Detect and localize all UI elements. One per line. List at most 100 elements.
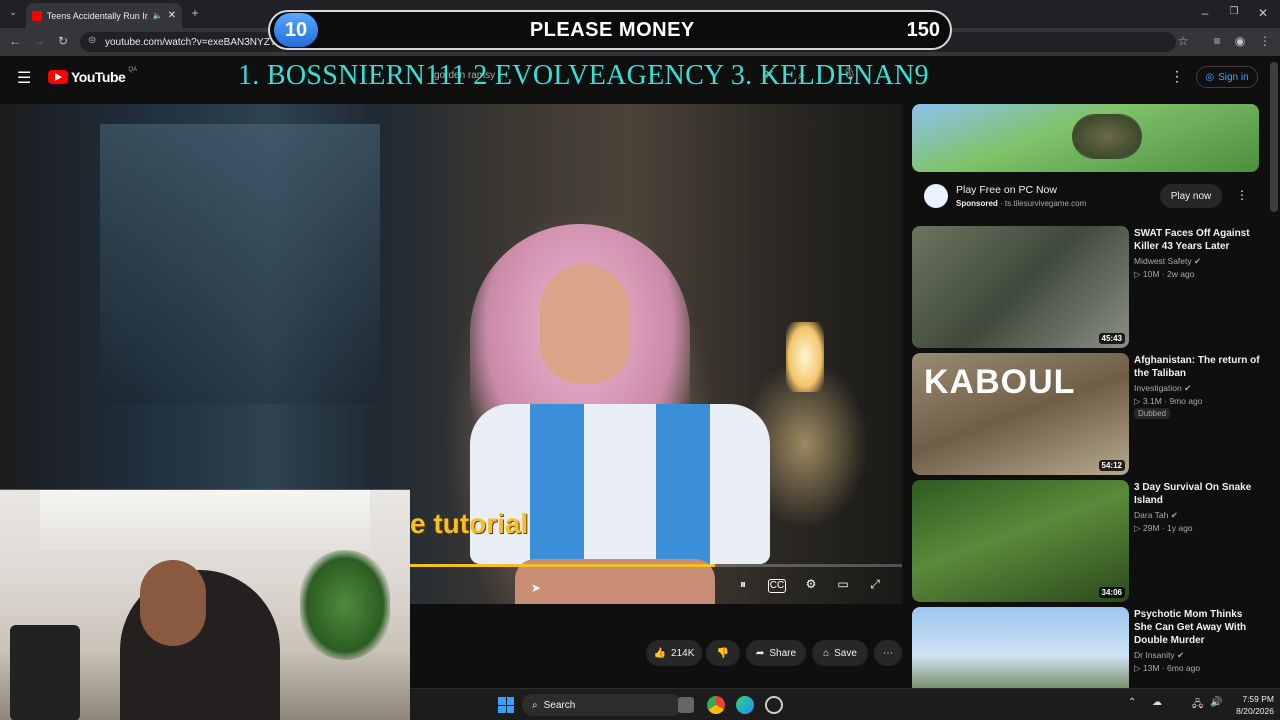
ad-sponsored: Sponsored [956, 199, 998, 208]
webcam-microphone [10, 625, 80, 720]
ad-domain: ts.tilesurvivegame.com [1004, 199, 1087, 208]
restore-icon[interactable]: ❐ [1225, 6, 1243, 17]
rec-thumbnail[interactable]: 34:06 [912, 480, 1129, 602]
donation-goal: 150 [906, 18, 940, 41]
ad-cta-button[interactable]: Play now [1160, 184, 1222, 208]
url-text: youtube.com/watch?v=exeBAN3NYZY [105, 36, 277, 48]
media-control-icon[interactable]: ≡ [1208, 34, 1226, 48]
menu-hamburger-icon[interactable]: ☰ [17, 68, 31, 88]
taskbar-search[interactable]: ⌕ Search [522, 694, 682, 716]
sign-in-button[interactable]: ◎ Sign in [1196, 66, 1258, 88]
ad-title[interactable]: Play Free on PC Now [956, 184, 1057, 196]
rec-title[interactable]: Psychotic Mom Thinks She Can Get Away Wi… [1134, 608, 1262, 647]
taskbar-search-label: Search [543, 699, 576, 711]
dubbed-badge: Dubbed [1134, 408, 1171, 419]
share-button[interactable]: ➦ Share [746, 640, 806, 666]
rec-thumbnail[interactable]: KABOUL 54:12 [912, 353, 1129, 475]
leaderboard-overlay: 1. BOSSNIERN111 2 EVOLVEAGENCY 3. KELDEN… [238, 60, 929, 91]
youtube-logo-text: YouTube [71, 69, 126, 85]
rec-thumbnail[interactable]: 45:43 [912, 226, 1129, 348]
rec-duration: 34:06 [1098, 587, 1125, 598]
fullscreen-icon[interactable]: ⤢ [864, 577, 886, 595]
bookmark-icon: ⌂ [823, 647, 830, 659]
donation-count: 10 [274, 13, 318, 47]
new-tab-icon[interactable]: + [186, 6, 204, 20]
account-icon: ◎ [1205, 71, 1215, 83]
youtube-logo[interactable]: YouTube QA [48, 67, 137, 85]
profile-icon[interactable]: ◉ [1231, 34, 1249, 48]
webcam-ceiling [40, 490, 370, 550]
share-icon: ➦ [755, 647, 765, 659]
video-progress-fill [410, 564, 716, 567]
sign-in-label: Sign in [1218, 71, 1249, 83]
window-rain-scene [100, 124, 380, 404]
rec-channel: Investigation ✔ [1134, 383, 1192, 393]
dislike-button[interactable]: 👎 [706, 640, 740, 666]
rec-stats: ▷ 10M · 2w ago [1134, 269, 1195, 279]
save-button[interactable]: ⌂ Save [812, 640, 868, 666]
rec-thumbnail[interactable] [912, 607, 1129, 688]
webcam-plant [300, 550, 390, 660]
tray-clock[interactable]: 7:59 PM 8/20/2026 [1234, 693, 1274, 717]
settings-gear-icon[interactable]: ⚙ [800, 577, 822, 595]
minimize-icon[interactable]: – [1196, 6, 1214, 20]
thumbs-up-icon: 👍 [653, 647, 667, 659]
ad-art [1072, 114, 1142, 159]
more-horizontal-icon: ⋯ [883, 647, 893, 659]
rec-stats: ▷ 3.1M · 9mo ago [1134, 396, 1203, 406]
like-button[interactable]: 👍 214K [646, 640, 702, 666]
chrome-menu-icon[interactable]: ⋮ [1256, 34, 1274, 48]
window-close-icon[interactable]: ✕ [1254, 6, 1272, 20]
video-progress-bar[interactable] [410, 564, 902, 567]
rec-duration: 54:12 [1098, 460, 1125, 471]
tray-time: 7:59 PM [1242, 694, 1274, 704]
settings-menu-icon[interactable]: ⋮ [1170, 68, 1184, 85]
rec-title[interactable]: SWAT Faces Off Against Killer 43 Years L… [1134, 227, 1262, 253]
app-taskbar-icon[interactable] [765, 696, 783, 714]
donation-banner: 10 PLEASE MONEY 150 [268, 10, 952, 50]
ad-more-icon[interactable]: ⋮ [1236, 188, 1248, 202]
tab-audio-icon[interactable]: 🔈 [153, 11, 163, 20]
ad-avatar [924, 184, 948, 208]
wall-lamp [786, 322, 824, 392]
tray-volume-icon[interactable]: 🔊 [1210, 697, 1222, 708]
taskbar-search-icon: ⌕ [532, 699, 538, 711]
edge-taskbar-icon[interactable] [736, 696, 754, 714]
rec-title[interactable]: Afghanistan: The return of the Taliban [1134, 354, 1262, 380]
figure-face [540, 264, 630, 384]
mouse-cursor-icon: ➤ [531, 581, 542, 595]
reload-icon[interactable]: ↻ [54, 34, 72, 48]
rec-stats: ▷ 29M · 1y ago [1134, 523, 1193, 533]
theater-mode-icon[interactable]: ▭ [832, 577, 854, 595]
start-icon[interactable] [498, 697, 514, 713]
rec-channel: Dr Insanity ✔ [1134, 650, 1185, 660]
chrome-taskbar-icon[interactable] [707, 696, 725, 714]
windows-taskbar: ⌕ Search ⌃ ☁ 🖧 🔊 7:59 PM 8/20/2026 [410, 688, 1280, 720]
rec-thumb-text: KABOUL [924, 363, 1076, 401]
tab-close-icon[interactable]: ✕ [168, 10, 176, 21]
captions-icon[interactable]: CC [768, 579, 786, 593]
tray-network-icon[interactable]: 🖧 [1192, 697, 1203, 714]
thumbs-down-icon: 👎 [716, 647, 730, 659]
forward-icon[interactable]: → [30, 34, 48, 48]
site-info-icon[interactable]: ⊜ [88, 35, 96, 46]
tray-onedrive-icon[interactable]: ☁ [1152, 697, 1162, 708]
browser-tab[interactable]: Teens Accidentally Run Inte 🔈 ✕ [26, 3, 182, 28]
task-view-icon[interactable] [678, 697, 694, 713]
tab-search-icon[interactable]: ⌄ [4, 7, 22, 18]
rec-title[interactable]: 3 Day Survival On Snake Island [1134, 481, 1262, 507]
tray-chevron-icon[interactable]: ⌃ [1128, 697, 1136, 708]
bookmark-star-icon[interactable]: ☆ [1174, 34, 1192, 48]
rec-channel: Dara Tah ✔ [1134, 510, 1178, 520]
back-icon[interactable]: ← [6, 34, 24, 48]
save-label: Save [834, 647, 857, 659]
webcam-overlay [0, 489, 410, 720]
video-caption: e tutorial [410, 508, 529, 539]
donation-title: PLEASE MONEY [529, 18, 695, 41]
more-actions-button[interactable]: ⋯ [874, 640, 902, 666]
ad-thumbnail[interactable] [912, 104, 1259, 172]
page-scrollbar[interactable] [1270, 62, 1278, 212]
like-count: 214K [671, 647, 695, 659]
pause-icon[interactable]: ⏸ [732, 577, 754, 595]
rec-duration: 45:43 [1098, 333, 1125, 344]
